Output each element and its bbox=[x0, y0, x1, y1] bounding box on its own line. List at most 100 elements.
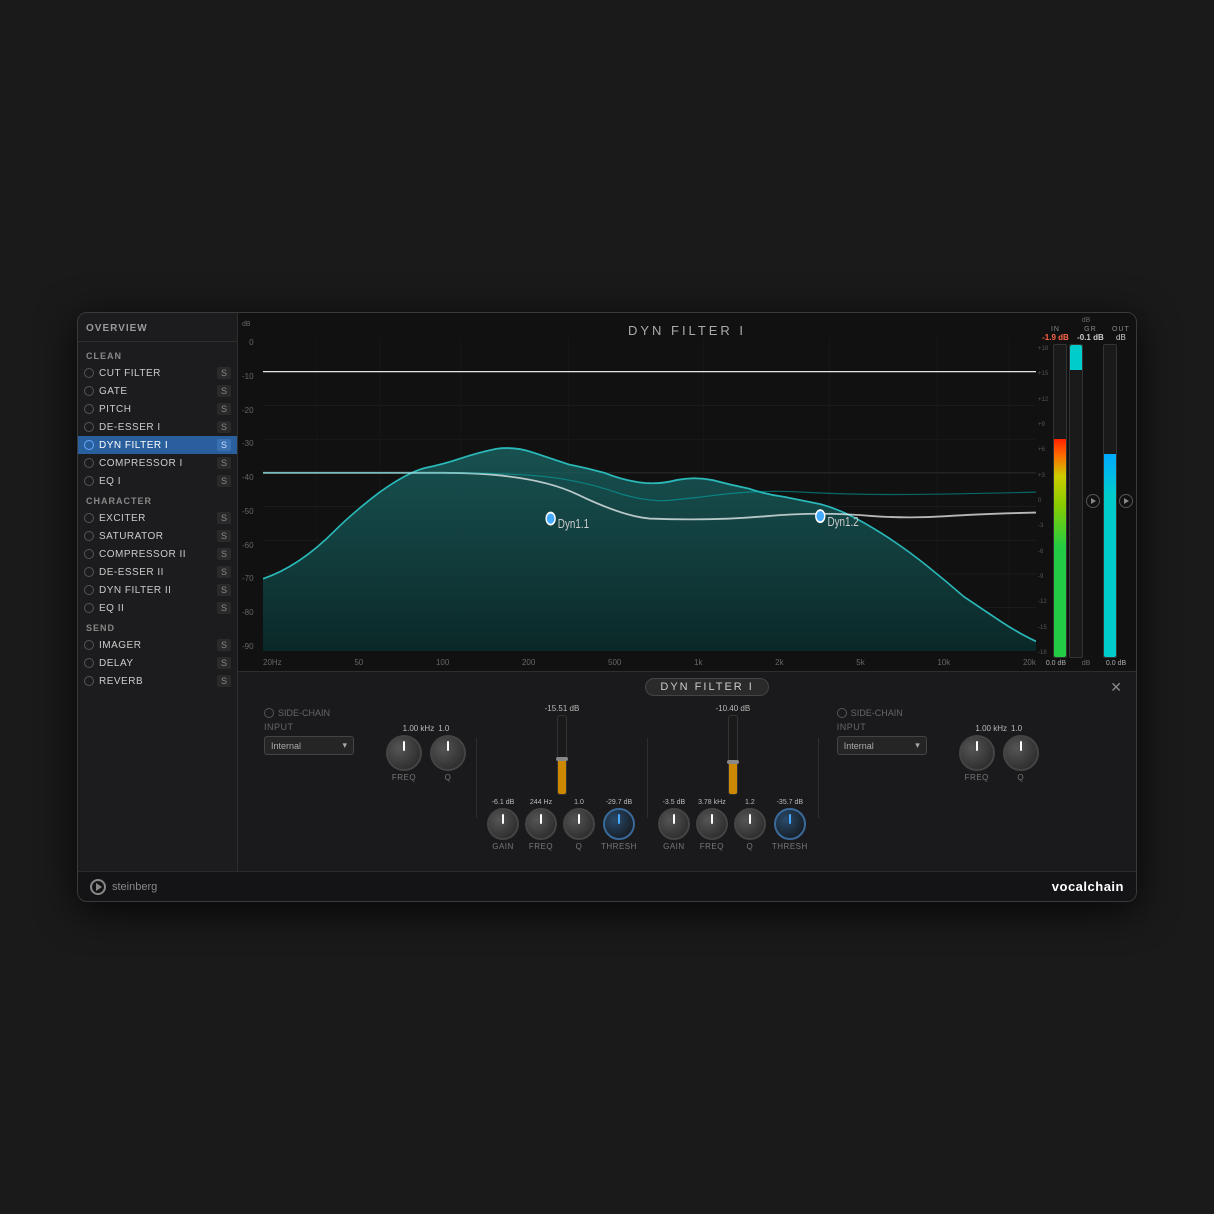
s-badge-eq-ii[interactable]: S bbox=[217, 602, 231, 614]
power-icon-imager[interactable] bbox=[84, 640, 94, 650]
s-badge-compressor-ii[interactable]: S bbox=[217, 548, 231, 560]
db-header: dB bbox=[242, 321, 251, 328]
input-dropdown-left[interactable]: Internal ▾ bbox=[264, 736, 354, 755]
play-icon-logo bbox=[96, 883, 102, 891]
knob-right-freq[interactable] bbox=[959, 735, 995, 771]
freq-q-values-right: 1.00 kHz 1.0 bbox=[975, 724, 1022, 733]
dyn2-fader-value: -10.40 dB bbox=[715, 704, 750, 713]
sidebar-item-imager[interactable]: IMAGER S bbox=[78, 636, 237, 654]
s-badge-delay[interactable]: S bbox=[217, 657, 231, 669]
knob-left-q[interactable] bbox=[430, 735, 466, 771]
s-badge-pitch[interactable]: S bbox=[217, 403, 231, 415]
play-icon-in[interactable] bbox=[1086, 494, 1100, 508]
knob-group-right-freq: FREQ bbox=[959, 735, 995, 782]
right-q-val: 1.0 bbox=[1011, 724, 1022, 733]
knob-dyn2-q[interactable] bbox=[734, 808, 766, 840]
dyn1-fader-track[interactable] bbox=[557, 715, 567, 795]
dyn2-fader-track[interactable] bbox=[728, 715, 738, 795]
sidebar-item-de-esser-ii[interactable]: DE-ESSER II S bbox=[78, 563, 237, 581]
cut-filter-label: CUT FILTER bbox=[99, 368, 217, 379]
sidebar-item-exciter[interactable]: EXCITER S bbox=[78, 509, 237, 527]
sidebar-item-compressor-ii[interactable]: COMPRESSOR II S bbox=[78, 545, 237, 563]
sidebar-item-dyn-filter-ii[interactable]: DYN FILTER II S bbox=[78, 581, 237, 599]
power-icon-delay[interactable] bbox=[84, 658, 94, 668]
power-icon-gate[interactable] bbox=[84, 386, 94, 396]
close-button[interactable]: ✕ bbox=[1106, 679, 1126, 696]
play-icon-out[interactable] bbox=[1119, 494, 1133, 508]
delay-label: DELAY bbox=[99, 658, 217, 669]
s-badge-cut-filter[interactable]: S bbox=[217, 367, 231, 379]
sidebar-item-eq-ii[interactable]: EQ II S bbox=[78, 599, 237, 617]
sidechain-circle-left[interactable] bbox=[264, 708, 274, 718]
section-clean: CLEAN bbox=[78, 345, 237, 364]
knob-left-freq[interactable] bbox=[386, 735, 422, 771]
knob-dyn1-thresh[interactable] bbox=[603, 808, 635, 840]
sidebar-item-de-esser-i[interactable]: DE-ESSER I S bbox=[78, 418, 237, 436]
db-label-90: -90 bbox=[242, 642, 254, 651]
db-axis: 0 -10 -20 -30 -40 -50 -60 -70 -80 -90 bbox=[242, 338, 254, 651]
sidebar-item-dyn-filter-i[interactable]: DYN FILTER I S bbox=[78, 436, 237, 454]
power-icon-eq-ii[interactable] bbox=[84, 603, 94, 613]
gr-label: GR bbox=[1084, 326, 1097, 333]
s-badge-exciter[interactable]: S bbox=[217, 512, 231, 524]
out-playback-btn[interactable] bbox=[1119, 344, 1134, 658]
in-playback-btn[interactable] bbox=[1085, 344, 1100, 658]
imager-label: IMAGER bbox=[99, 640, 217, 651]
power-icon-compressor-i[interactable] bbox=[84, 458, 94, 468]
scale-12p: +12 bbox=[1038, 397, 1051, 403]
right-knobs-row: FREQ Q bbox=[959, 735, 1039, 782]
sidebar-item-delay[interactable]: DELAY S bbox=[78, 654, 237, 672]
sidechain-circle-right[interactable] bbox=[837, 708, 847, 718]
knob-right-q[interactable] bbox=[1003, 735, 1039, 771]
dyn1-knobs: -6.1 dB GAIN 244 Hz FREQ 1.0 bbox=[487, 799, 637, 851]
s-badge-gate[interactable]: S bbox=[217, 385, 231, 397]
sidebar-item-saturator[interactable]: SATURATOR S bbox=[78, 527, 237, 545]
knob-dyn1-freq[interactable] bbox=[525, 808, 557, 840]
power-icon-compressor-ii[interactable] bbox=[84, 549, 94, 559]
knob-dyn2-gain[interactable] bbox=[658, 808, 690, 840]
s-badge-reverb[interactable]: S bbox=[217, 675, 231, 687]
power-icon-dyn-filter-ii[interactable] bbox=[84, 585, 94, 595]
knob-dyn1-gain[interactable] bbox=[487, 808, 519, 840]
s-badge-saturator[interactable]: S bbox=[217, 530, 231, 542]
sidechain-text-left: SIDE-CHAIN bbox=[278, 708, 330, 718]
knob-group-left-freq: FREQ bbox=[386, 735, 422, 782]
s-badge-de-esser-i[interactable]: S bbox=[217, 421, 231, 433]
power-icon-de-esser-ii[interactable] bbox=[84, 567, 94, 577]
knob-dyn2-freq[interactable] bbox=[696, 808, 728, 840]
s-badge-eq-i[interactable]: S bbox=[217, 475, 231, 487]
dyn1-fader-thumb[interactable] bbox=[556, 757, 568, 761]
out-label: OUT bbox=[1112, 326, 1130, 333]
power-icon-dyn-filter-i[interactable] bbox=[84, 440, 94, 450]
power-icon-pitch[interactable] bbox=[84, 404, 94, 414]
power-icon-exciter[interactable] bbox=[84, 513, 94, 523]
sidebar-item-compressor-i[interactable]: COMPRESSOR I S bbox=[78, 454, 237, 472]
power-icon-eq-i[interactable] bbox=[84, 476, 94, 486]
knob-dyn2-thresh[interactable] bbox=[774, 808, 806, 840]
spectrum-title: DYN FILTER I bbox=[628, 323, 746, 338]
sidebar-item-pitch[interactable]: PITCH S bbox=[78, 400, 237, 418]
in-meter-header: IN -1.9 dB bbox=[1042, 326, 1069, 342]
s-badge-de-esser-ii[interactable]: S bbox=[217, 566, 231, 578]
s-badge-compressor-i[interactable]: S bbox=[217, 457, 231, 469]
sidebar-item-reverb[interactable]: REVERB S bbox=[78, 672, 237, 690]
s-badge-imager[interactable]: S bbox=[217, 639, 231, 651]
divider bbox=[78, 341, 237, 342]
sidebar-item-eq-i[interactable]: EQ I S bbox=[78, 472, 237, 490]
s-badge-dyn-filter-ii[interactable]: S bbox=[217, 584, 231, 596]
power-icon-cut-filter[interactable] bbox=[84, 368, 94, 378]
power-icon-saturator[interactable] bbox=[84, 531, 94, 541]
power-icon-reverb[interactable] bbox=[84, 676, 94, 686]
sidebar-item-cut-filter[interactable]: CUT FILTER S bbox=[78, 364, 237, 382]
out-meter-fill bbox=[1104, 454, 1116, 657]
sidebar-item-gate[interactable]: GATE S bbox=[78, 382, 237, 400]
power-icon-de-esser-i[interactable] bbox=[84, 422, 94, 432]
svg-text:Dyn1.2: Dyn1.2 bbox=[827, 514, 858, 529]
s-badge-dyn-filter-i[interactable]: S bbox=[217, 439, 231, 451]
db-label-70: -70 bbox=[242, 574, 254, 583]
input-dropdown-right[interactable]: Internal ▾ bbox=[837, 736, 927, 755]
out-value: dB bbox=[1116, 333, 1126, 342]
freq-label-right: FREQ bbox=[965, 773, 989, 782]
knob-dyn1-q[interactable] bbox=[563, 808, 595, 840]
dyn2-fader-thumb[interactable] bbox=[727, 760, 739, 764]
